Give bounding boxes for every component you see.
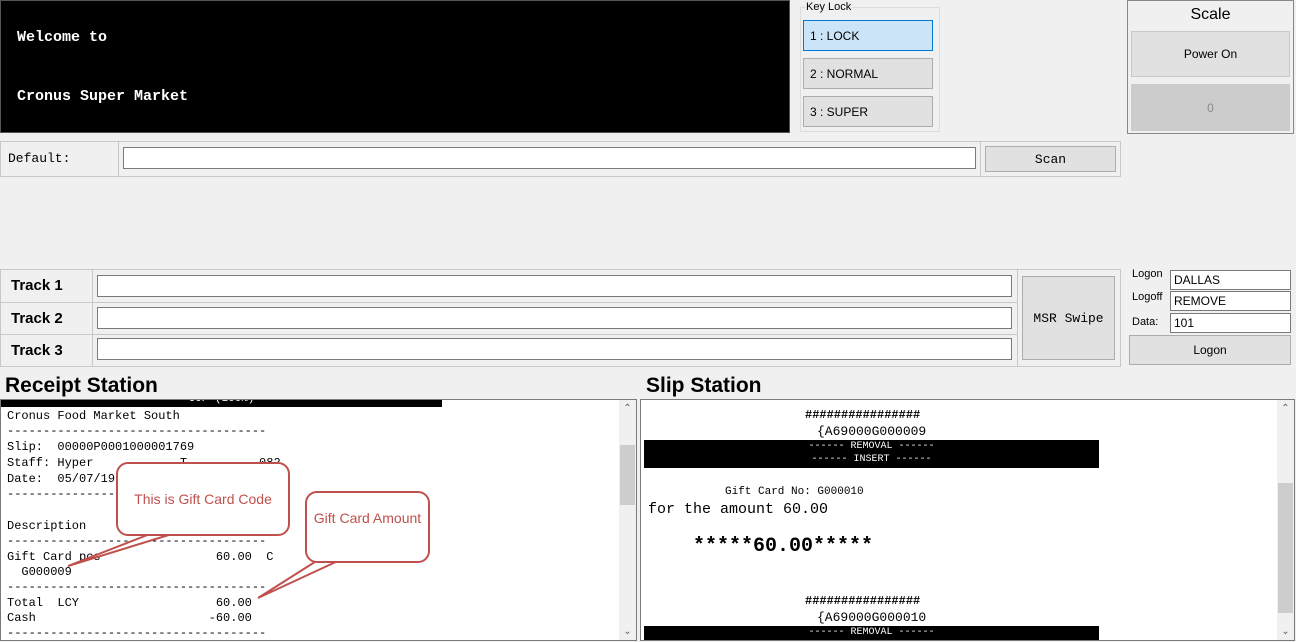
receipt-station-title: Receipt Station xyxy=(5,374,158,397)
receipt-line: Total LCY 60.00 xyxy=(7,596,252,610)
slip-removal-text: ------ REMOVAL ------ xyxy=(808,441,935,452)
msr-swipe-button[interactable]: MSR Swipe xyxy=(1022,276,1115,360)
scroll-up-icon[interactable]: ⌃ xyxy=(1277,400,1294,417)
receipt-line: Cash -60.00 xyxy=(7,611,252,625)
slip-hash-line: ################ xyxy=(805,408,921,422)
scale-power-button[interactable]: Power On xyxy=(1131,31,1290,77)
customer-display: Welcome to Cronus Super Market xyxy=(0,0,790,133)
track-2-input[interactable] xyxy=(97,307,1012,329)
receipt-line: Gift Card pcs 60.00 C xyxy=(7,550,274,564)
scroll-up-icon[interactable]: ⌃ xyxy=(619,400,636,417)
logon-input[interactable] xyxy=(1170,270,1291,290)
scale-title: Scale xyxy=(1190,6,1231,23)
slip-code-line: {A69000G000010 xyxy=(817,610,927,625)
key-lock-option-lock[interactable]: 1 : LOCK xyxy=(803,20,933,51)
slip-station-title: Slip Station xyxy=(646,374,762,397)
track-3-label: Track 3 xyxy=(1,335,93,367)
slip-amount-big: *****60.00***** xyxy=(693,535,874,558)
default-scanner-row: Default: Scan xyxy=(0,141,1121,177)
data-input[interactable] xyxy=(1170,313,1291,333)
slip-removal-bar: ------ REMOVAL ------ xyxy=(644,626,1099,640)
receipt-line: ------------------------------------ xyxy=(7,626,267,640)
key-lock-title: Key Lock xyxy=(805,1,853,13)
track-1-input[interactable] xyxy=(97,275,1012,297)
logon-label: Logon xyxy=(1132,268,1163,280)
scale-panel: Scale Power On 0 xyxy=(1127,0,1294,134)
track-1-label: Track 1 xyxy=(1,270,93,302)
receipt-line: ------------------------------------ xyxy=(7,580,267,594)
slip-hash-line: ################ xyxy=(805,594,921,608)
divider xyxy=(980,142,981,176)
logon-button[interactable]: Logon xyxy=(1129,335,1291,365)
receipt-line: Slip: 00000P0001000001769 xyxy=(7,440,195,454)
divider xyxy=(1,302,1017,303)
track-3-input[interactable] xyxy=(97,338,1012,360)
receipt-line: Cronus Food Market South xyxy=(7,409,180,423)
receipt-line: ------------------------------------ xyxy=(7,534,267,548)
msr-tracks-panel: Track 1 Track 2 Track 3 MSR Swipe xyxy=(0,269,1121,367)
scroll-down-icon[interactable]: ⌄ xyxy=(619,623,636,640)
display-line-1: Welcome to xyxy=(17,29,108,46)
receipt-line: G000009 xyxy=(7,565,72,579)
slip-amount-line: for the amount 60.00 xyxy=(648,501,829,518)
scale-reading-button[interactable]: 0 xyxy=(1131,84,1290,131)
scan-button[interactable]: Scan xyxy=(985,146,1116,172)
logoff-input[interactable] xyxy=(1170,291,1291,311)
slip-removal-insert-bar: ------ REMOVAL ------ ------ INSERT ----… xyxy=(644,440,1099,468)
data-label: Data: xyxy=(1132,316,1159,328)
slip-gift-card-no: Gift Card No: G000010 xyxy=(725,486,864,498)
slip-insert-text: ------ INSERT ------ xyxy=(811,454,932,465)
divider xyxy=(1017,270,1018,366)
callout-gift-card-amount: Gift Card Amount xyxy=(305,491,430,563)
callout-gift-card-code: This is Gift Card Code xyxy=(116,462,290,536)
key-lock-option-super[interactable]: 3 : SUPER xyxy=(803,96,933,127)
scroll-down-icon[interactable]: ⌄ xyxy=(1277,623,1294,640)
scrollbar-thumb[interactable] xyxy=(620,445,635,505)
slip-station-panel[interactable]: ################ {A69000G000009 ------ R… xyxy=(640,399,1295,641)
scrollbar-thumb[interactable] xyxy=(1278,483,1293,613)
track-2-label: Track 2 xyxy=(1,303,93,335)
slip-scrollbar[interactable]: ⌃ ⌄ xyxy=(1277,400,1294,640)
receipt-scrollbar[interactable]: ⌃ ⌄ xyxy=(619,400,636,640)
receipt-line: Date: 05/07/19 xyxy=(7,472,116,486)
receipt-line: ------------------------------------ xyxy=(7,424,267,438)
default-input[interactable] xyxy=(123,147,976,169)
receipt-line: Description xyxy=(7,519,87,533)
divider xyxy=(1,334,1017,335)
receipt-header-bar: ---- COP (100%) ---- xyxy=(1,400,442,407)
slip-code-line: {A69000G000009 xyxy=(817,424,927,439)
key-lock-option-normal[interactable]: 2 : NORMAL xyxy=(803,58,933,89)
default-label: Default: xyxy=(1,142,119,176)
display-line-2: Cronus Super Market xyxy=(17,88,189,105)
logoff-label: Logoff xyxy=(1132,291,1163,303)
